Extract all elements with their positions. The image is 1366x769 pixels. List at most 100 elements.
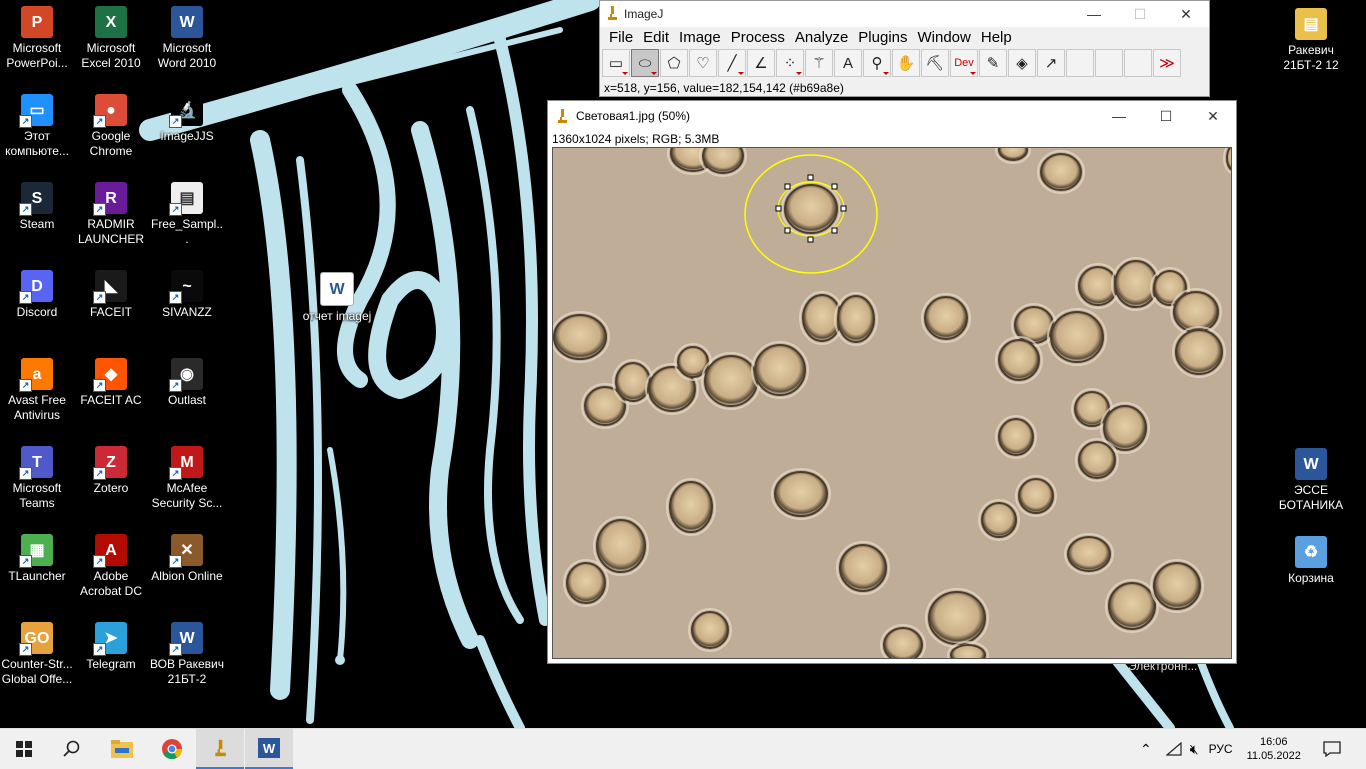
desktop-icon-11[interactable]: ~ ↗ SIVANZZ <box>150 270 224 320</box>
desktop-icon-18[interactable]: ▦ ↗ TLauncher <box>0 534 74 584</box>
desktop-icon-8[interactable]: ▤ ↗ Free_Sampl... <box>150 182 224 247</box>
desktop-icon-20[interactable]: ✕ ↗ Albion Online <box>150 534 224 584</box>
text-tool[interactable]: A <box>834 49 862 77</box>
yeast-cell <box>774 471 828 517</box>
yeast-cell <box>1067 536 1111 572</box>
desktop-icon-7[interactable]: R ↗ RADMIR LAUNCHER <box>74 182 148 247</box>
imagej-main-window[interactable]: ImageJ — ☐ ✕ File Edit Image Process Analyze… <box>599 0 1210 97</box>
arrow-tool[interactable]: ↗ <box>1037 49 1065 77</box>
search-button[interactable] <box>48 729 96 769</box>
desktop-icon-10[interactable]: ◣ ↗ FACEIT <box>74 270 148 320</box>
freehand-tool[interactable]: ♡ <box>689 49 717 77</box>
close-button[interactable]: ✕ <box>1163 1 1209 27</box>
network-icon[interactable] <box>1165 742 1182 756</box>
clock[interactable]: 16:06 11.05.2022 <box>1247 735 1301 763</box>
imagej-menubar: File Edit Image Process Analyze Plugins Window… <box>600 27 1209 49</box>
wand-tool[interactable]: ⚚ <box>805 49 833 77</box>
desktop-icon-5[interactable]: 🔬 ↗ ImageJJS <box>150 94 224 144</box>
desktop-icon-label: Free_Sampl... <box>150 217 224 246</box>
outlast-icon: ◉ ↗ <box>169 358 203 392</box>
empty-tool-1[interactable] <box>1066 49 1094 77</box>
desktop-icon-1[interactable]: X Microsoft Excel 2010 <box>74 6 148 71</box>
rectangle-tool-icon: ▭ <box>608 55 624 72</box>
notifications-icon[interactable] <box>1323 741 1341 757</box>
menu-window[interactable]: Window <box>913 27 976 49</box>
polygon-tool[interactable]: ⬠ <box>660 49 688 77</box>
language-indicator[interactable]: РУС <box>1209 742 1233 756</box>
image-window[interactable]: Световая1.jpg (50%) — ☐ ✕ 1360x1024 pixe… <box>547 100 1237 664</box>
word-doc-icon: W <box>1295 448 1327 480</box>
point-tool-icon: ⁘ <box>783 55 797 72</box>
yeast-cell <box>1175 329 1223 375</box>
menu-process[interactable]: Process <box>726 27 790 49</box>
taskbar-word[interactable]: W <box>245 729 293 769</box>
desktop-icon-22[interactable]: ➤ ↗ Telegram <box>74 622 148 672</box>
line-tool[interactable]: ╱ <box>718 49 746 77</box>
menu-analyze[interactable]: Analyze <box>790 27 853 49</box>
desktop-icon-6[interactable]: S ↗ Steam <box>0 182 74 232</box>
shortcut-arrow-icon: ↗ <box>93 379 106 392</box>
dev-tool-icon: Dev <box>954 57 974 69</box>
shortcut-arrow-icon: ↗ <box>169 115 182 128</box>
desktop-icon-15[interactable]: T ↗ Microsoft Teams <box>0 446 74 511</box>
desktop-right-icon-0[interactable]: ▤ Ракевич 21БТ-2 12 <box>1274 8 1348 73</box>
empty-tool-2[interactable] <box>1095 49 1123 77</box>
desktop-icon-otchet-imagej[interactable]: W отчет imagej <box>300 272 374 324</box>
point-tool[interactable]: ⁘ <box>776 49 804 77</box>
desktop-icon-12[interactable]: a ↗ Avast Free Antivirus <box>0 358 74 423</box>
desktop-icon-14[interactable]: ◉ ↗ Outlast <box>150 358 224 408</box>
rectangle-tool[interactable]: ▭ <box>602 49 630 77</box>
more-tools[interactable]: ≫ <box>1153 49 1181 77</box>
taskbar-chrome[interactable] <box>148 729 196 769</box>
brush-tool[interactable]: ✎ <box>979 49 1007 77</box>
desktop-icon-21[interactable]: GO ↗ Counter-Str... Global Offe... <box>0 622 74 687</box>
angle-tool[interactable]: ∠ <box>747 49 775 77</box>
flood-fill-tool[interactable]: ◈ <box>1008 49 1036 77</box>
desktop-right-icon-2[interactable]: ♻ Корзина <box>1274 536 1348 586</box>
taskbar-file-explorer[interactable] <box>98 729 146 769</box>
dropper-tool[interactable]: ⛏ <box>921 49 949 77</box>
menu-edit[interactable]: Edit <box>638 27 674 49</box>
taskbar-imagej[interactable] <box>196 729 244 769</box>
desktop-icon-23[interactable]: W ↗ ВОВ Ракевич 21БТ-2 <box>150 622 224 687</box>
desktop-icon-16[interactable]: Z ↗ Zotero <box>74 446 148 496</box>
imagej-icon: 🔬 ↗ <box>169 94 203 128</box>
close-button[interactable]: ✕ <box>1190 103 1236 129</box>
yeast-cell <box>1153 562 1201 610</box>
magnifier-tool[interactable]: ⚲ <box>863 49 891 77</box>
desktop-icon-label: Steam <box>19 217 55 231</box>
minimize-button[interactable]: — <box>1071 1 1117 27</box>
maximize-button[interactable]: ☐ <box>1143 103 1189 129</box>
yeast-cell <box>1074 391 1110 427</box>
desktop-icon-4[interactable]: ● ↗ Google Chrome <box>74 94 148 159</box>
desktop-right-icon-1[interactable]: W ЭССЕ БОТАНИКА <box>1274 448 1348 513</box>
start-button[interactable] <box>0 729 48 769</box>
oval-tool[interactable]: ⬭ <box>631 49 659 77</box>
hand-tool[interactable]: ✋ <box>892 49 920 77</box>
minimize-button[interactable]: — <box>1096 103 1142 129</box>
desktop-icon-3[interactable]: ▭ ↗ Этот компьюте... <box>0 94 74 159</box>
empty-tool-3[interactable] <box>1124 49 1152 77</box>
desktop-icon-13[interactable]: ◆ ↗ FACEIT AC <box>74 358 148 408</box>
desktop-icon-17[interactable]: M ↗ McAfee Security Sc... <box>150 446 224 511</box>
show-hidden-icons-chevron-icon[interactable]: ⌃ <box>1140 741 1152 758</box>
desktop-icon-19[interactable]: A ↗ Adobe Acrobat DC <box>74 534 148 599</box>
dev-tool[interactable]: Dev <box>950 49 978 77</box>
menu-file[interactable]: File <box>604 27 638 49</box>
desktop-icon-9[interactable]: D ↗ Discord <box>0 270 74 320</box>
yeast-cell <box>928 591 986 645</box>
maximize-button[interactable]: ☐ <box>1117 1 1163 27</box>
desktop-icon-2[interactable]: W Microsoft Word 2010 <box>150 6 224 71</box>
volume-muted-icon[interactable]: 🔇︎ <box>1190 741 1199 758</box>
image-canvas[interactable] <box>552 147 1232 659</box>
menu-help[interactable]: Help <box>976 27 1017 49</box>
menu-plugins[interactable]: Plugins <box>853 27 912 49</box>
word-doc-icon: W ↗ <box>169 622 203 656</box>
menu-image[interactable]: Image <box>674 27 726 49</box>
yeast-cell <box>754 344 806 396</box>
image-window-titlebar[interactable]: Световая1.jpg (50%) — ☐ ✕ <box>548 101 1236 131</box>
shortcut-arrow-icon: ↗ <box>19 555 32 568</box>
imagej-titlebar[interactable]: ImageJ — ☐ ✕ <box>600 1 1209 27</box>
image-window-title: Световая1.jpg (50%) <box>576 109 690 123</box>
desktop-icon-0[interactable]: P Microsoft PowerPoi... <box>0 6 74 71</box>
